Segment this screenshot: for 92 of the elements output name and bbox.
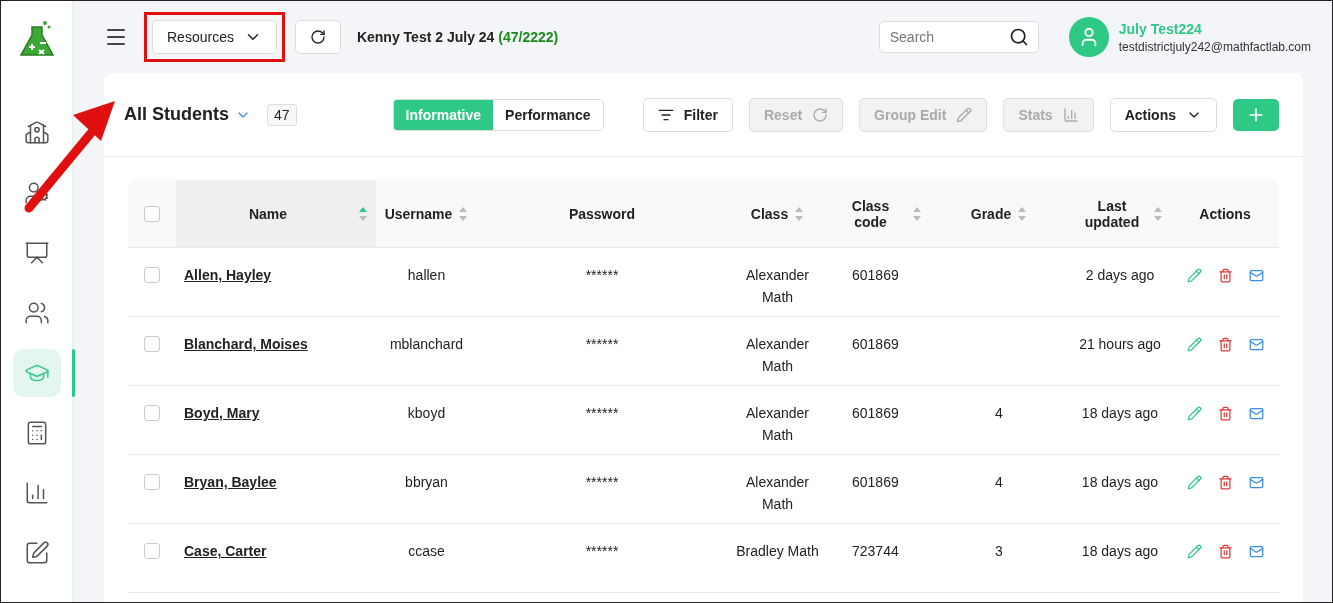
row-checkbox[interactable]: [144, 267, 160, 283]
user-name: July Test224: [1118, 20, 1203, 37]
trash-icon[interactable]: [1218, 337, 1233, 352]
avatar-icon[interactable]: [1068, 17, 1109, 57]
table-cell-text: bbryan: [405, 473, 448, 492]
flask-logo[interactable]: [18, 19, 55, 59]
refresh-icon: [309, 29, 326, 45]
trash-icon[interactable]: [1218, 406, 1233, 421]
toolbar-button[interactable]: Actions: [1109, 97, 1217, 132]
edit-icon: [23, 540, 50, 566]
refresh-button[interactable]: [294, 20, 341, 54]
search-field[interactable]: Search: [878, 21, 1039, 53]
student-link[interactable]: Boyd, Mary: [184, 402, 260, 424]
resources-dropdown[interactable]: Resources: [152, 20, 277, 54]
table-cell-text: ******: [585, 335, 619, 354]
search-icon[interactable]: [1008, 27, 1029, 47]
table-cell-text: 601869: [851, 473, 899, 492]
table-cell-text: Alexander Math: [744, 404, 810, 445]
mail-icon[interactable]: [1249, 268, 1264, 283]
trash-icon[interactable]: [1218, 268, 1233, 283]
table-cell-text: ******: [585, 473, 619, 492]
table-cell-text: 18 days ago: [1081, 473, 1159, 492]
table-cell-text: 3: [995, 542, 1003, 561]
table-cell-text: 18 days ago: [1081, 404, 1159, 423]
sort-icon[interactable]: [911, 205, 922, 222]
select-all-checkbox[interactable]: [144, 205, 160, 222]
user-gear-icon: [23, 180, 50, 206]
user-email: testdistrictjuly242@mathfactlab.com: [1118, 39, 1311, 54]
mail-icon[interactable]: [1249, 406, 1264, 421]
active-indicator: [72, 349, 75, 397]
table-cell-text: 601869: [851, 335, 899, 354]
table-cell-text: 601869: [851, 404, 899, 423]
row-checkbox[interactable]: [144, 405, 160, 421]
pencil-icon: [956, 106, 973, 123]
toolbar-button[interactable]: Filter: [642, 97, 733, 132]
table-cell-text: 2 days ago: [1085, 266, 1155, 285]
table-cell-text: kboyd: [407, 404, 446, 423]
edit-icon[interactable]: [1187, 544, 1202, 559]
table-cell-text: 601869: [851, 266, 899, 285]
refresh-icon: [812, 106, 829, 123]
row-checkbox[interactable]: [144, 474, 160, 490]
table-cell-text: Alexander Math: [744, 473, 810, 514]
column-header: Actions: [1199, 205, 1251, 222]
trash-icon[interactable]: [1218, 475, 1233, 490]
table-cell-text: ******: [585, 542, 619, 561]
column-header[interactable]: Username: [384, 205, 453, 222]
row-checkbox[interactable]: [144, 543, 160, 559]
table-cell-text: 4: [995, 404, 1003, 423]
mail-icon[interactable]: [1249, 475, 1264, 490]
sort-icon[interactable]: [1153, 205, 1163, 222]
edit-icon[interactable]: [1187, 337, 1202, 352]
edit-icon[interactable]: [1187, 406, 1202, 421]
table-cell-text: 723744: [851, 542, 899, 561]
student-count: 47: [267, 103, 297, 126]
add-button[interactable]: [1233, 98, 1279, 131]
student-link[interactable]: Blanchard, Moises: [184, 333, 308, 355]
school-icon: [23, 120, 50, 146]
column-header[interactable]: Last updated: [1077, 197, 1147, 230]
trash-icon[interactable]: [1218, 544, 1233, 559]
column-header[interactable]: Grade: [970, 205, 1012, 222]
edit-icon[interactable]: [1187, 475, 1202, 490]
bar-chart-icon: [23, 480, 50, 506]
sort-icon[interactable]: [1017, 205, 1028, 222]
sort-icon[interactable]: [458, 205, 469, 222]
table-cell-text: ******: [585, 266, 619, 285]
column-header[interactable]: Class code: [835, 197, 906, 230]
users-icon: [23, 300, 50, 326]
mail-icon[interactable]: [1249, 337, 1264, 352]
bar-chart-icon: [1062, 106, 1079, 123]
sort-icon[interactable]: [794, 205, 805, 222]
page-title: All Students: [124, 104, 229, 125]
table-cell-text: ccase: [408, 542, 445, 561]
student-link[interactable]: Allen, Hayley: [184, 264, 272, 286]
student-link[interactable]: Case, Carter: [184, 540, 267, 562]
column-header[interactable]: Class: [750, 205, 789, 222]
edit-icon[interactable]: [1187, 268, 1202, 283]
student-link[interactable]: Bryan, Baylee: [184, 471, 277, 493]
table-cell-text: 21 hours ago: [1079, 335, 1161, 354]
presentation-icon: [23, 240, 50, 266]
table-cell-text: Alexander Math: [744, 266, 810, 307]
table-cell-text: 18 days ago: [1081, 542, 1159, 561]
table-cell-text: Bradley Math: [736, 542, 819, 561]
table-cell-text: hallen: [407, 266, 446, 285]
table-cell-text: mblanchard: [389, 335, 464, 354]
column-header: Password: [568, 205, 636, 222]
mail-icon[interactable]: [1249, 544, 1264, 559]
sort-icon[interactable]: [358, 205, 368, 222]
table-cell-text: Alexander Math: [744, 335, 810, 376]
table-cell-text: 4: [995, 473, 1003, 492]
context-title: Kenny Test 2 July 24 (47/2222): [356, 29, 559, 45]
row-checkbox[interactable]: [144, 336, 160, 352]
table-cell-text: ******: [585, 404, 619, 423]
